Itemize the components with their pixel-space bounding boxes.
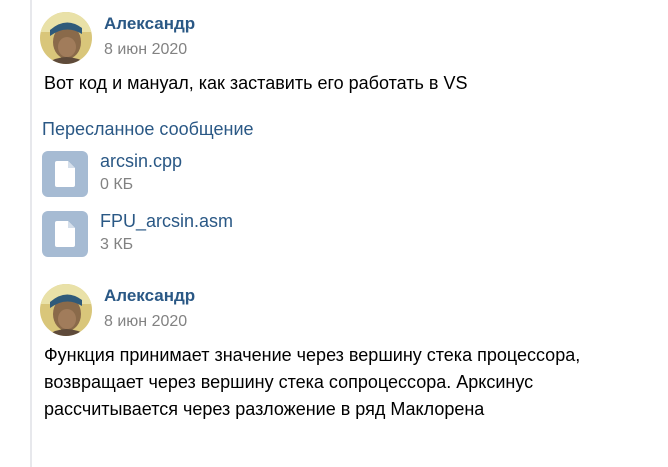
attachment-size: 3 КБ bbox=[100, 236, 134, 253]
message-text: Функция принимает значение через вершину… bbox=[44, 345, 581, 419]
message-text: Вот код и мануал, как заставить его рабо… bbox=[44, 73, 468, 93]
attachment-size: 0 КБ bbox=[100, 176, 134, 193]
avatar[interactable] bbox=[40, 12, 92, 64]
author-name[interactable]: Александр bbox=[104, 286, 195, 306]
forwarded-message-label[interactable]: Пересланное сообщение bbox=[42, 119, 254, 140]
file-icon bbox=[42, 151, 88, 197]
attachment-name[interactable]: FPU_arcsin.asm bbox=[100, 211, 233, 232]
attachment-file[interactable]: arcsin.cpp 0 КБ bbox=[42, 151, 342, 199]
author-name[interactable]: Александр bbox=[104, 14, 195, 34]
message-thread: Александр 8 июн 2020 Вот код и мануал, к… bbox=[0, 0, 668, 467]
attachment-file[interactable]: FPU_arcsin.asm 3 КБ bbox=[42, 211, 342, 259]
message-date[interactable]: 8 июн 2020 bbox=[104, 41, 187, 59]
message-date[interactable]: 8 июн 2020 bbox=[104, 313, 187, 331]
attachment-name[interactable]: arcsin.cpp bbox=[100, 151, 182, 172]
file-icon bbox=[42, 211, 88, 257]
avatar[interactable] bbox=[40, 284, 92, 336]
thread-divider bbox=[30, 0, 32, 467]
